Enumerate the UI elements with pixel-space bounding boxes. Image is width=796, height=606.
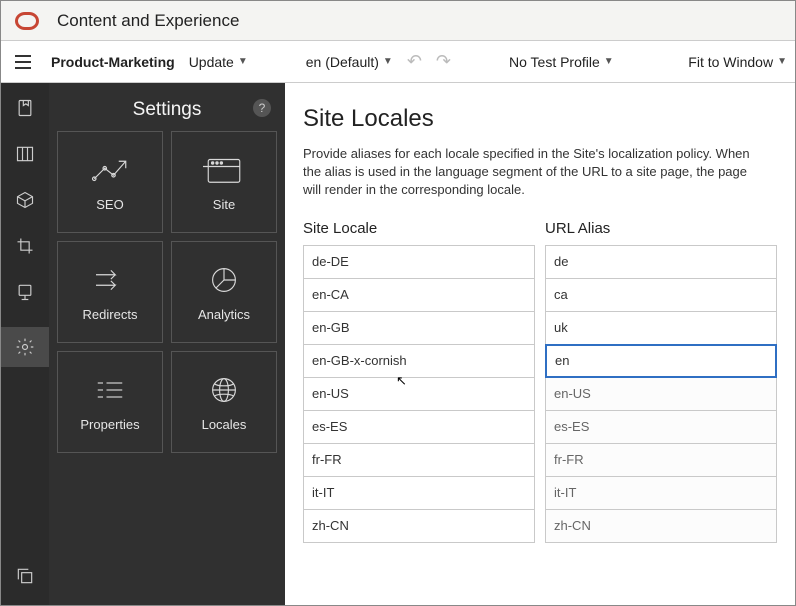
locale-cell: en-GB <box>303 311 535 345</box>
alias-cell[interactable] <box>545 344 777 378</box>
tile-label: Analytics <box>198 307 250 322</box>
language-dropdown[interactable]: en (Default) ▼ <box>306 54 393 70</box>
menu-button[interactable] <box>9 48 37 76</box>
fit-window-dropdown[interactable]: Fit to Window ▼ <box>688 54 787 70</box>
tile-label: SEO <box>96 197 123 212</box>
rail-copy-icon[interactable] <box>14 565 36 587</box>
alias-input[interactable] <box>554 320 768 335</box>
alias-input[interactable] <box>554 254 768 269</box>
test-profile-label: No Test Profile <box>509 54 600 70</box>
site-name-label: Product-Marketing <box>51 54 175 70</box>
rail-settings-icon[interactable] <box>1 327 49 367</box>
locale-cell: fr-FR <box>303 443 535 477</box>
locale-cell: de-DE <box>303 245 535 279</box>
alias-input[interactable] <box>555 353 767 368</box>
col-url-alias-header: URL Alias <box>545 220 777 237</box>
locale-cell: zh-CN <box>303 509 535 543</box>
site-name-dropdown[interactable]: Product-Marketing <box>51 54 175 70</box>
locale-cell: it-IT <box>303 476 535 510</box>
language-label: en (Default) <box>306 54 379 70</box>
settings-panel: Settings ? SEO Site Redirects Analytics Prop… <box>49 83 285 605</box>
tile-label: Locales <box>202 417 247 432</box>
fit-window-label: Fit to Window <box>688 54 773 70</box>
tile-analytics[interactable]: Analytics <box>171 241 277 343</box>
page-title: Site Locales <box>303 105 777 133</box>
main-area: Settings ? SEO Site Redirects Analytics Prop… <box>1 83 795 605</box>
redo-button[interactable]: ↷ <box>436 51 451 72</box>
tile-properties[interactable]: Properties <box>57 351 163 453</box>
settings-title: Settings <box>133 99 202 121</box>
rail-layout-icon[interactable] <box>14 143 36 165</box>
tile-seo[interactable]: SEO <box>57 131 163 233</box>
rail-assets-icon[interactable] <box>14 189 36 211</box>
caret-down-icon: ▼ <box>238 56 248 67</box>
alias-cell: en-US <box>545 377 777 411</box>
undo-button[interactable]: ↶ <box>407 51 422 72</box>
help-icon[interactable]: ? <box>253 99 271 117</box>
tile-site[interactable]: Site <box>171 131 277 233</box>
alias-cell: fr-FR <box>545 443 777 477</box>
locale-cell: en-CA <box>303 278 535 312</box>
locale-cell: es-ES <box>303 410 535 444</box>
oracle-logo-icon <box>15 12 39 30</box>
alias-cell: it-IT <box>545 476 777 510</box>
caret-down-icon: ▼ <box>383 56 393 67</box>
alias-cell[interactable] <box>545 245 777 279</box>
rail-pages-icon[interactable] <box>14 97 36 119</box>
rail-preview-icon[interactable] <box>14 281 36 303</box>
caret-down-icon: ▼ <box>604 56 614 67</box>
tile-locales[interactable]: Locales <box>171 351 277 453</box>
update-label: Update <box>189 54 234 70</box>
caret-down-icon: ▼ <box>777 56 787 67</box>
rail-crop-icon[interactable] <box>14 235 36 257</box>
alias-cell: es-ES <box>545 410 777 444</box>
content-area: Site Locales Provide aliases for each lo… <box>285 83 795 605</box>
toolbar: Product-Marketing Update ▼ en (Default) … <box>1 41 795 83</box>
alias-cell: zh-CN <box>545 509 777 543</box>
locale-cell: en-US <box>303 377 535 411</box>
locale-cell: en-GB-x-cornish <box>303 344 535 378</box>
test-profile-dropdown[interactable]: No Test Profile ▼ <box>509 54 614 70</box>
col-site-locale-header: Site Locale <box>303 220 535 237</box>
app-header: Content and Experience <box>1 1 795 41</box>
tile-label: Site <box>213 197 235 212</box>
left-rail <box>1 83 49 605</box>
tile-label: Properties <box>80 417 139 432</box>
page-description: Provide aliases for each locale specifie… <box>303 145 763 200</box>
update-dropdown[interactable]: Update ▼ <box>189 54 248 70</box>
tile-redirects[interactable]: Redirects <box>57 241 163 343</box>
alias-cell[interactable] <box>545 311 777 345</box>
alias-input[interactable] <box>554 287 768 302</box>
alias-cell[interactable] <box>545 278 777 312</box>
app-title: Content and Experience <box>57 11 239 31</box>
tile-label: Redirects <box>83 307 138 322</box>
